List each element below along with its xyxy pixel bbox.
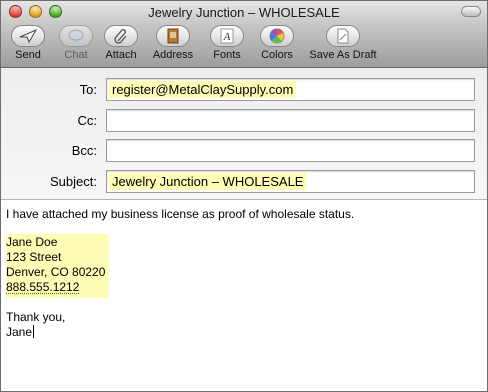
cc-field[interactable] <box>106 109 475 132</box>
to-label: To: <box>79 82 97 97</box>
send-icon <box>11 25 45 47</box>
address-label: Address <box>152 49 194 61</box>
message-header: To: register@MetalClaySupply.com Cc: Bcc… <box>1 68 487 200</box>
address-book-icon <box>156 25 190 47</box>
svg-text:A: A <box>223 31 231 43</box>
paperclip-icon <box>104 25 138 47</box>
message-body[interactable]: I have attached my business license as p… <box>1 201 487 391</box>
colors-label: Colors <box>261 49 293 61</box>
signature-city: Denver, CO 80220 <box>6 265 106 279</box>
color-wheel-icon <box>260 25 294 47</box>
draft-icon <box>326 25 360 47</box>
title-bar: Jewelry Junction – WHOLESALE <box>1 1 487 23</box>
body-text-line: I have attached my business license as p… <box>6 207 355 221</box>
bcc-field[interactable] <box>106 139 475 162</box>
signature-block: Jane Doe 123 Street Denver, CO 80220 888… <box>6 234 110 298</box>
closing-line: Thank you, <box>6 310 66 324</box>
toolbar: Send Chat Attach Address A Fonts Colors … <box>1 23 487 68</box>
send-label: Send <box>15 49 41 61</box>
cc-label: Cc: <box>77 113 98 128</box>
colors-button[interactable]: Colors <box>250 25 304 61</box>
text-cursor <box>33 325 35 338</box>
toolbar-toggle-button[interactable] <box>461 6 481 17</box>
fonts-button[interactable]: A Fonts <box>200 25 254 61</box>
save-as-draft-label: Save As Draft <box>309 49 377 61</box>
to-field[interactable]: register@MetalClaySupply.com <box>106 78 475 101</box>
window-title: Jewelry Junction – WHOLESALE <box>148 5 340 20</box>
to-recipient[interactable]: register@MetalClaySupply.com <box>109 81 297 98</box>
save-as-draft-button[interactable]: Save As Draft <box>304 25 382 61</box>
signature-phone[interactable]: 888.555.1212 <box>6 280 105 295</box>
signoff-name: Jane <box>6 325 33 339</box>
attach-button[interactable]: Attach <box>94 25 148 61</box>
bcc-label: Bcc: <box>71 143 97 158</box>
subject-value[interactable]: Jewelry Junction – WHOLESALE <box>109 173 307 190</box>
attach-label: Attach <box>105 49 137 61</box>
address-button[interactable]: Address <box>146 25 200 61</box>
signature-street: 123 Street <box>6 250 62 264</box>
signature-name: Jane Doe <box>6 235 58 249</box>
subject-label: Subject: <box>50 174 97 189</box>
subject-field[interactable]: Jewelry Junction – WHOLESALE <box>106 170 475 193</box>
signoff-line: Jane <box>6 325 482 340</box>
fonts-icon: A <box>210 25 244 47</box>
compose-window: Jewelry Junction – WHOLESALE Send Chat A… <box>0 0 488 392</box>
send-button[interactable]: Send <box>1 25 55 61</box>
fonts-label: Fonts <box>213 49 241 61</box>
chat-icon <box>59 25 93 47</box>
